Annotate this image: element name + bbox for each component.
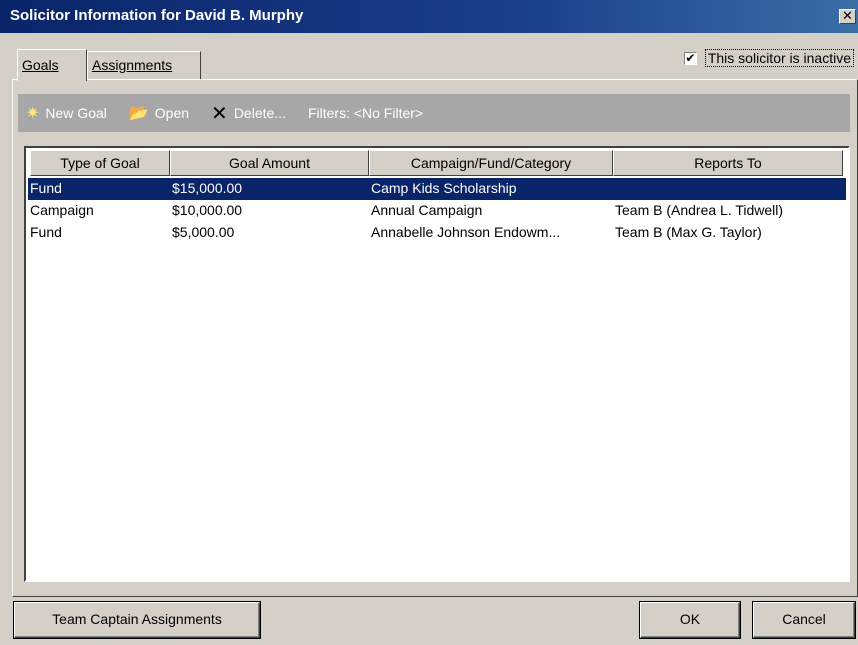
cell-type: Fund xyxy=(30,180,62,196)
delete-icon: ✕ xyxy=(211,102,228,125)
cell-reports-to xyxy=(613,178,843,200)
new-goal-icon: ✷ xyxy=(26,105,40,122)
inactive-checkbox-group[interactable]: ✔ This solicitor is inactive xyxy=(683,49,854,67)
cell-reports-to: Team B (Andrea L. Tidwell) xyxy=(615,202,784,218)
tab-assignments-label: Assignments xyxy=(92,57,173,73)
open-folder-icon: 📂 xyxy=(128,105,149,122)
window-title: Solicitor Information for David B. Murph… xyxy=(10,7,304,24)
tab-goals[interactable]: Goals xyxy=(17,49,87,81)
open-button[interactable]: 📂 Open xyxy=(129,103,189,123)
new-goal-label: New Goal xyxy=(45,105,107,121)
ok-button[interactable]: OK xyxy=(640,602,740,638)
grid-header: Type of Goal Goal Amount Campaign/Fund/C… xyxy=(30,150,843,176)
open-label: Open xyxy=(154,105,190,121)
filter-button[interactable]: Filters: <No Filter> xyxy=(308,105,423,121)
tab-assignments[interactable]: Assignments xyxy=(87,51,201,79)
column-header-campaign[interactable]: Campaign/Fund/Category xyxy=(369,150,613,176)
ok-label: OK xyxy=(679,611,701,627)
goals-toolbar: ✷ New Goal 📂 Open ✕ Delete... Filters: <… xyxy=(18,94,850,132)
cell-reports-to: Team B (Max G. Taylor) xyxy=(615,224,762,240)
title-bar: Solicitor Information for David B. Murph… xyxy=(0,0,858,33)
table-row[interactable]: Campaign $10,000.00 Annual Campaign Team… xyxy=(28,200,846,222)
cell-amount: $15,000.00 xyxy=(172,180,243,196)
delete-button[interactable]: ✕ Delete... xyxy=(211,101,286,126)
filter-label: Filters: <No Filter> xyxy=(307,105,424,121)
tab-goals-label: Goals xyxy=(22,57,59,73)
inactive-checkbox-label[interactable]: This solicitor is inactive xyxy=(704,49,854,67)
inactive-checkbox[interactable]: ✔ xyxy=(683,50,697,65)
column-header-type[interactable]: Type of Goal xyxy=(30,150,170,176)
close-icon: ✕ xyxy=(842,8,853,23)
cell-type: Campaign xyxy=(30,202,94,218)
cell-campaign: Camp Kids Scholarship xyxy=(371,180,517,196)
cell-amount: $10,000.00 xyxy=(172,202,243,218)
goals-grid[interactable]: Type of Goal Goal Amount Campaign/Fund/C… xyxy=(24,146,850,582)
cell-campaign: Annabelle Johnson Endowm... xyxy=(371,224,561,240)
close-button[interactable]: ✕ xyxy=(839,9,856,24)
cell-amount: $5,000.00 xyxy=(172,224,235,240)
column-header-amount[interactable]: Goal Amount xyxy=(170,150,369,176)
checkmark-icon: ✔ xyxy=(685,50,696,65)
table-row[interactable]: Fund $5,000.00 Annabelle Johnson Endowm.… xyxy=(28,222,846,244)
cancel-label: Cancel xyxy=(782,611,826,627)
team-captain-assignments-label: Team Captain Assignments xyxy=(52,611,222,627)
delete-label: Delete... xyxy=(233,105,286,121)
cancel-button[interactable]: Cancel xyxy=(753,602,855,638)
new-goal-button[interactable]: ✷ New Goal xyxy=(26,103,107,123)
grid-rows: Fund $15,000.00 Camp Kids Scholarship Ca… xyxy=(28,178,846,244)
column-header-reports-to[interactable]: Reports To xyxy=(613,150,843,176)
cell-type: Fund xyxy=(30,224,62,240)
cell-campaign: Annual Campaign xyxy=(371,202,483,218)
table-row[interactable]: Fund $15,000.00 Camp Kids Scholarship xyxy=(28,178,846,200)
team-captain-assignments-button[interactable]: Team Captain Assignments xyxy=(14,602,260,638)
